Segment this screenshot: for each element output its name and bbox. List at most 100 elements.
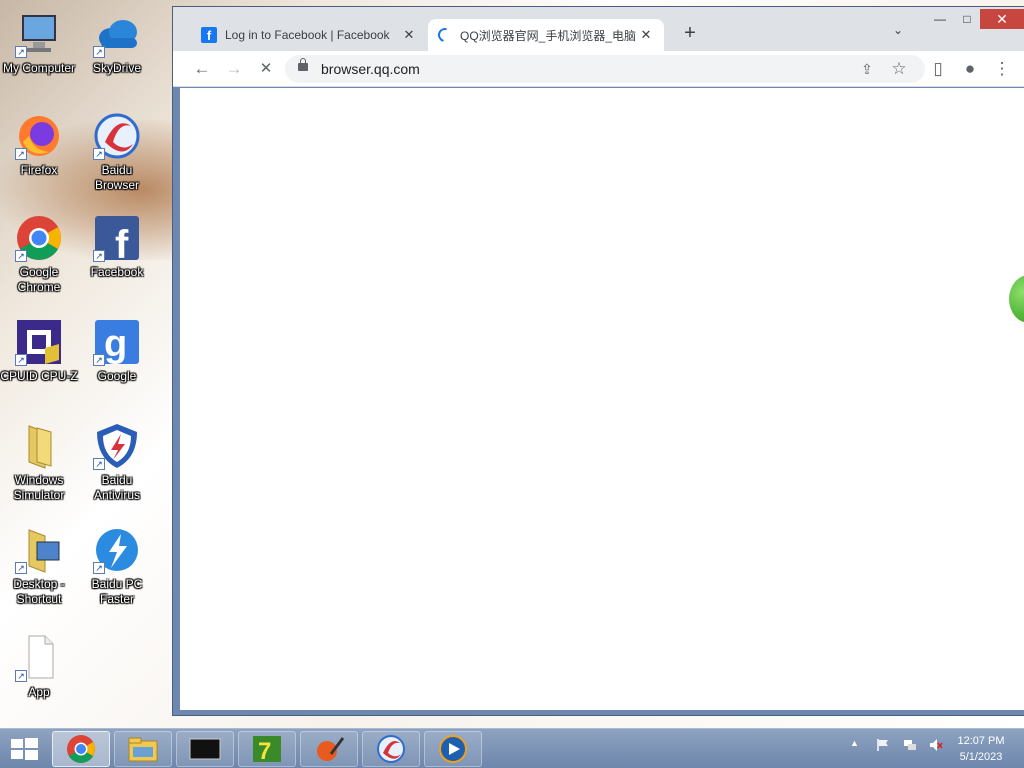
folder-shortcut-icon: ↗ xyxy=(15,526,63,574)
cpu-z-icon: ↗ xyxy=(15,318,63,366)
svg-text:f: f xyxy=(115,223,129,262)
desktop-icon-baidu-browser[interactable]: ↗ Baidu Browser xyxy=(78,112,156,193)
taskbar-7zip[interactable]: 7 xyxy=(238,731,296,767)
desktop-icon-label: CPUID CPU-Z xyxy=(0,369,78,383)
desktop-icon-label: Google xyxy=(97,369,137,383)
shortcut-arrow-icon: ↗ xyxy=(93,458,105,470)
taskbar-baidu-browser[interactable] xyxy=(362,731,420,767)
url-text: browser.qq.com xyxy=(321,61,420,77)
chrome-icon xyxy=(67,735,95,763)
taskbar-file-explorer[interactable] xyxy=(114,731,172,767)
shortcut-arrow-icon: ↗ xyxy=(93,46,105,58)
folder-icon xyxy=(15,422,63,470)
shortcut-arrow-icon: ↗ xyxy=(15,46,27,58)
start-button[interactable] xyxy=(6,735,42,763)
firefox-icon: ↗ xyxy=(15,112,63,160)
new-tab-button[interactable]: + xyxy=(678,21,702,45)
shortcut-arrow-icon: ↗ xyxy=(15,670,27,682)
tab-title: QQ浏览器官网_手机浏览器_电脑 xyxy=(460,28,637,43)
taskbar: 7 ▲ 12:07 PM 5/1/2023 xyxy=(0,728,1024,768)
media-player-icon xyxy=(439,735,467,763)
skydrive-cloud-icon: ↗ xyxy=(93,10,141,58)
stop-loading-button[interactable]: ✕ xyxy=(254,57,278,81)
tab-title: Log in to Facebook | Facebook xyxy=(225,28,390,42)
desktop-icon-label: Baidu PC Faster xyxy=(91,577,143,606)
share-icon[interactable]: ⇪ xyxy=(855,57,879,81)
desktop-icon-desktop-shortcut[interactable]: ↗ Desktop - Shortcut xyxy=(0,526,78,607)
baidu-browser-icon: ↗ xyxy=(93,112,141,160)
side-panel-icon[interactable]: ▯ xyxy=(926,57,950,81)
taskbar-chrome[interactable] xyxy=(52,731,110,767)
desktop-icon-baidu-pc-faster[interactable]: ↗ Baidu PC Faster xyxy=(78,526,156,607)
desktop-icon-label: Baidu Browser xyxy=(94,163,139,192)
back-button[interactable]: ← xyxy=(190,57,214,81)
system-tray: ▲ xyxy=(850,737,952,752)
tab-close-icon[interactable]: ✕ xyxy=(638,27,654,43)
desktop-icon-cpuid-cpu-z[interactable]: ↗ CPUID CPU-Z xyxy=(0,318,78,384)
shortcut-arrow-icon: ↗ xyxy=(15,250,27,262)
file-explorer-icon xyxy=(128,737,158,762)
taskbar-paint[interactable] xyxy=(300,731,358,767)
terminal-icon xyxy=(189,738,221,760)
desktop-icon-app[interactable]: ↗ App xyxy=(0,634,78,700)
clock[interactable]: 12:07 PM 5/1/2023 xyxy=(944,733,1018,765)
desktop-icon-label: Google Chrome xyxy=(17,265,61,294)
menu-kebab-icon[interactable]: ⋮ xyxy=(990,57,1014,81)
tab-facebook[interactable]: f Log in to Facebook | Facebook ✕ xyxy=(191,19,427,51)
chrome-icon: ↗ xyxy=(15,214,63,262)
desktop-icon-label: Facebook xyxy=(90,265,144,279)
facebook-icon: f ↗ xyxy=(93,214,141,267)
desktop-icon-facebook[interactable]: f ↗ Facebook xyxy=(78,214,156,280)
windows-logo-icon xyxy=(11,738,38,760)
address-bar[interactable]: browser.qq.com xyxy=(285,55,925,83)
desktop-icon-google-chrome[interactable]: ↗ Google Chrome xyxy=(0,214,78,295)
loading-spinner-icon xyxy=(435,25,455,45)
desktop-icon-label: App xyxy=(28,685,50,699)
paint-icon xyxy=(317,737,345,761)
clock-date: 5/1/2023 xyxy=(959,751,1003,763)
clock-time: 12:07 PM xyxy=(957,735,1005,747)
7zip-icon: 7 xyxy=(253,736,281,764)
shortcut-arrow-icon: ↗ xyxy=(15,562,27,574)
desktop-icon-label: SkyDrive xyxy=(92,61,141,75)
action-center-flag-icon[interactable] xyxy=(876,738,890,752)
close-window-button[interactable]: ✕ xyxy=(980,9,1024,29)
facebook-favicon-icon: f xyxy=(201,27,217,43)
svg-text:g: g xyxy=(104,323,127,365)
browser-window: f Log in to Facebook | Facebook ✕ QQ浏览器官… xyxy=(172,6,1024,716)
svg-text:7: 7 xyxy=(258,738,271,764)
desktop-icon-skydrive[interactable]: ↗ SkyDrive xyxy=(78,10,156,76)
computer-icon: ↗ xyxy=(15,10,63,58)
forward-button[interactable]: → xyxy=(222,57,246,81)
tab-search-chevron-icon[interactable]: ⌄ xyxy=(893,23,903,37)
desktop-icon-label: Desktop - Shortcut xyxy=(13,577,65,606)
tab-qq-browser[interactable]: QQ浏览器官网_手机浏览器_电脑 ✕ xyxy=(428,19,664,51)
browser-toolbar: ← → ✕ browser.qq.com ⇪ ☆ ▯ ● ⋮ xyxy=(173,51,1024,87)
maximize-button[interactable]: □ xyxy=(955,9,979,29)
volume-muted-icon[interactable] xyxy=(929,738,943,752)
desktop-icon-baidu-antivirus[interactable]: ↗ Baidu Antivirus xyxy=(78,422,156,503)
network-icon[interactable] xyxy=(903,738,917,752)
desktop-icon-label: Firefox xyxy=(20,163,58,177)
desktop-icon-label: Baidu Antivirus xyxy=(93,473,140,502)
taskbar-terminal[interactable] xyxy=(176,731,234,767)
bookmark-star-icon[interactable]: ☆ xyxy=(887,57,911,81)
shortcut-arrow-icon: ↗ xyxy=(15,148,27,160)
shield-icon: ↗ xyxy=(93,422,141,470)
desktop-icon-my-computer[interactable]: ↗ My Computer xyxy=(0,10,78,76)
lightning-icon: ↗ xyxy=(93,526,141,574)
tab-close-icon[interactable]: ✕ xyxy=(401,27,417,43)
desktop-icon-windows-simulator[interactable]: Windows Simulator xyxy=(0,422,78,503)
profile-avatar-icon[interactable]: ● xyxy=(958,57,982,81)
desktop-icon-google[interactable]: g ↗ Google xyxy=(78,318,156,384)
shortcut-arrow-icon: ↗ xyxy=(15,354,27,366)
minimize-button[interactable]: — xyxy=(928,9,952,29)
taskbar-media-player[interactable] xyxy=(424,731,482,767)
shortcut-arrow-icon: ↗ xyxy=(93,250,105,262)
desktop-icon-firefox[interactable]: ↗ Firefox xyxy=(0,112,78,178)
tray-overflow-icon[interactable]: ▲ xyxy=(850,738,864,752)
google-icon: g ↗ xyxy=(93,318,141,366)
shortcut-arrow-icon: ↗ xyxy=(93,562,105,574)
desktop-icon-label: Windows Simulator xyxy=(13,473,65,502)
page-content[interactable] xyxy=(180,88,1024,710)
